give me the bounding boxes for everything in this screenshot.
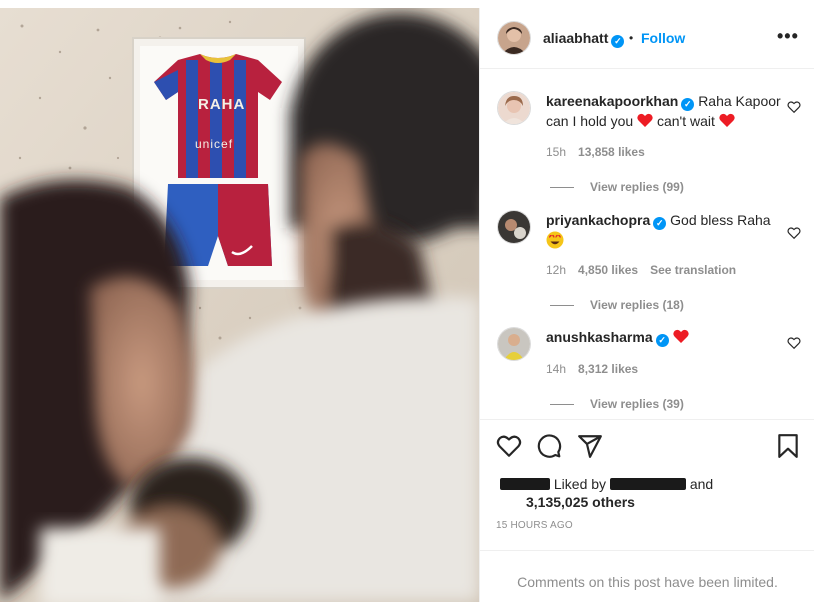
replies-divider: [550, 305, 574, 307]
comment-text: priyankachopra ✓ God bless Raha: [546, 210, 786, 250]
verified-badge-icon: ✓: [681, 98, 695, 111]
verified-badge-icon: ✓: [611, 35, 625, 48]
view-replies-label[interactable]: View replies (39): [590, 397, 684, 411]
comment-meta: 14h 8,312 likes: [546, 362, 650, 376]
post-sidebar: aliaabhatt ✓ • Follow ••• kareenakapoorkh…: [479, 8, 814, 602]
comment-avatar[interactable]: [498, 211, 530, 243]
comment-icon[interactable]: [536, 433, 562, 459]
like-comment-heart-icon[interactable]: [787, 100, 801, 114]
view-replies-button[interactable]: View replies (18): [550, 298, 684, 312]
post-photo[interactable]: RAHA unicef: [0, 8, 479, 602]
comment-box-divider: [480, 550, 814, 551]
verified-badge-icon: ✓: [653, 217, 667, 230]
liked-by-line: Liked by and: [500, 476, 713, 492]
like-comment-heart-icon[interactable]: [787, 336, 801, 350]
view-replies-label[interactable]: View replies (18): [590, 298, 684, 312]
top-strip: [0, 0, 814, 8]
red-heart-emoji-icon: [719, 113, 735, 127]
view-replies-button[interactable]: View replies (39): [550, 397, 684, 411]
view-replies-button[interactable]: View replies (99): [550, 180, 684, 194]
replies-divider: [550, 404, 574, 406]
comment-body-part: God bless Raha: [670, 212, 771, 228]
author-avatar[interactable]: [498, 22, 530, 54]
comment-username[interactable]: priyankachopra: [546, 212, 650, 228]
view-replies-label[interactable]: View replies (99): [590, 180, 684, 194]
separator-dot: •: [629, 31, 634, 45]
liked-by-label: Liked by: [553, 476, 607, 492]
likes-others-link[interactable]: 3,135,025 others: [526, 494, 635, 510]
author-username[interactable]: aliaabhatt ✓: [543, 30, 625, 48]
comment-text: anushkasharma ✓: [546, 327, 786, 347]
comment-time[interactable]: 15h: [546, 145, 566, 159]
and-label: and: [689, 476, 714, 492]
comment-username[interactable]: anushkasharma: [546, 329, 653, 345]
comments-limited-notice: Comments on this post have been limited.: [517, 574, 778, 590]
red-heart-emoji-icon: [672, 329, 689, 343]
post-timestamp[interactable]: 15 HOURS AGO: [496, 520, 573, 531]
comment-time[interactable]: 12h: [546, 263, 566, 277]
follow-button[interactable]: Follow: [641, 30, 685, 46]
heart-icon[interactable]: [496, 433, 522, 459]
jersey-name-text: RAHA: [198, 96, 246, 113]
more-horizontal-icon[interactable]: •••: [777, 26, 799, 47]
jersey-sponsor-text: unicef: [195, 137, 234, 151]
verified-badge-icon: ✓: [655, 334, 669, 347]
redacted-username: [609, 478, 686, 490]
comment-likes[interactable]: 4,850 likes: [578, 263, 638, 277]
actions-divider: [480, 419, 814, 420]
like-comment-heart-icon[interactable]: [787, 226, 801, 240]
red-heart-emoji-icon: [637, 113, 653, 127]
comment-username[interactable]: kareenakapoorkhan: [546, 93, 678, 109]
author-username-text[interactable]: aliaabhatt: [543, 30, 608, 46]
post-header: aliaabhatt ✓ • Follow •••: [480, 8, 814, 69]
comment-likes[interactable]: 13,858 likes: [578, 145, 645, 159]
comment-meta: 15h 13,858 likes: [546, 145, 657, 159]
see-translation-button[interactable]: See translation: [650, 263, 736, 277]
comment-body-part: can't wait: [653, 113, 719, 129]
share-icon[interactable]: [577, 433, 603, 459]
bookmark-icon[interactable]: [775, 433, 801, 459]
comment-meta: 12h 4,850 likes See translation: [546, 263, 748, 277]
comment-text: kareenakapoorkhan ✓ Raha Kapoor can I hol…: [546, 91, 786, 131]
comment-time[interactable]: 14h: [546, 362, 566, 376]
heart-eyes-emoji-icon: [546, 231, 564, 249]
comment-avatar[interactable]: [498, 328, 530, 360]
comment-likes[interactable]: 8,312 likes: [578, 362, 638, 376]
redacted-avatars: [500, 478, 550, 490]
comment-avatar[interactable]: [498, 92, 530, 124]
replies-divider: [550, 187, 574, 189]
